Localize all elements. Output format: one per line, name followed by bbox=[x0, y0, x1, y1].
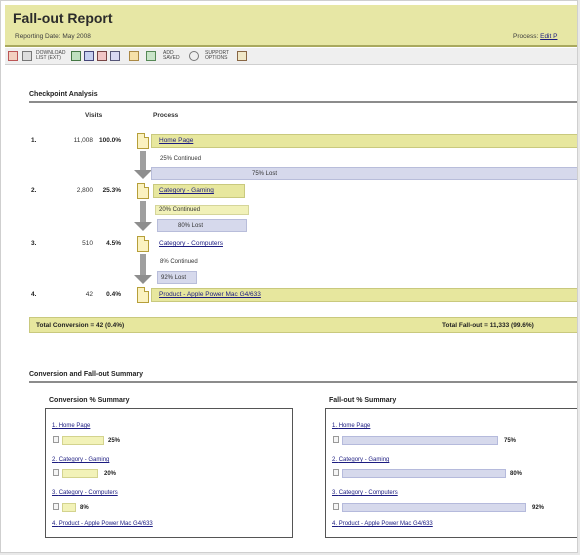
step-visits: 510 bbox=[82, 240, 93, 247]
page-icon bbox=[137, 133, 149, 149]
conversion-item-category-computers[interactable]: 3. Category - Computers bbox=[52, 490, 118, 496]
step-percent: 0.4% bbox=[106, 291, 121, 298]
page-icon bbox=[53, 469, 59, 476]
reporting-date: Reporting Date: May 2008 bbox=[15, 33, 91, 40]
add-saved-button[interactable]: ADD SAVED bbox=[163, 51, 185, 61]
fallout-bar bbox=[342, 436, 498, 445]
conversion-bar bbox=[62, 469, 98, 478]
fallout-bar-value: 92% bbox=[532, 505, 545, 511]
step-link-home-page[interactable]: Home Page bbox=[159, 137, 193, 144]
lost-bar: 92% Lost bbox=[157, 271, 197, 284]
step-band-1 bbox=[151, 134, 577, 148]
excel-icon[interactable] bbox=[71, 51, 81, 61]
fallout-item-product[interactable]: 4. Product - Apple Power Mac G4/633 bbox=[332, 521, 433, 527]
page-icon bbox=[53, 436, 59, 443]
step-number: 3. bbox=[31, 240, 37, 247]
visits-column-header: Visits bbox=[85, 112, 103, 119]
page-icon bbox=[333, 503, 339, 510]
continued-label: 8% Continued bbox=[160, 259, 198, 265]
conversion-summary-box: 1. Home Page 25% 2. Category - Gaming 20… bbox=[45, 408, 293, 538]
step-visits: 11,008 bbox=[73, 137, 93, 144]
totals-bar: Total Conversion = 42 (0.4%) Total Fall-… bbox=[29, 317, 577, 333]
conversion-bar-value: 25% bbox=[108, 438, 121, 444]
pdf-icon[interactable] bbox=[8, 51, 18, 61]
calendar-icon[interactable] bbox=[110, 51, 120, 61]
conversion-summary-title: Conversion % Summary bbox=[49, 397, 130, 404]
process-info: Process: Edit P bbox=[513, 33, 557, 40]
conversion-item-product[interactable]: 4. Product - Apple Power Mac G4/633 bbox=[52, 521, 153, 527]
page-icon bbox=[137, 236, 149, 252]
support-options-button[interactable]: SUPPORT OPTIONS bbox=[205, 51, 233, 61]
fallout-bar-value: 75% bbox=[504, 438, 517, 444]
conversion-bar-value: 8% bbox=[80, 505, 89, 511]
step-visits: 2,800 bbox=[76, 187, 93, 194]
download-button[interactable]: DOWNLOAD LIST (EXT) bbox=[36, 51, 66, 61]
step-number: 4. bbox=[31, 291, 37, 298]
lost-bar: 75% Lost bbox=[151, 167, 577, 180]
fallout-bar bbox=[342, 469, 506, 478]
down-arrow-icon bbox=[134, 201, 152, 231]
word-icon[interactable] bbox=[84, 51, 94, 61]
page-icon bbox=[137, 183, 149, 199]
conversion-bar-value: 20% bbox=[104, 471, 117, 477]
step-link-category-computers[interactable]: Category - Computers bbox=[159, 240, 223, 247]
pencil-icon[interactable] bbox=[237, 51, 247, 61]
fallout-summary-box: 1. Home Page 75% 2. Category - Gaming 80… bbox=[325, 408, 577, 538]
page-icon bbox=[53, 503, 59, 510]
summary-section-title: Conversion and Fall-out Summary bbox=[29, 371, 143, 378]
step-number: 1. bbox=[31, 137, 37, 144]
step-percent: 100.0% bbox=[99, 137, 122, 144]
step-visits: 42 bbox=[85, 291, 93, 298]
print-icon[interactable] bbox=[22, 51, 32, 61]
fallout-item-category-computers[interactable]: 3. Category - Computers bbox=[332, 490, 398, 496]
lost-bar: 80% Lost bbox=[157, 219, 247, 232]
refresh-icon[interactable] bbox=[189, 51, 199, 61]
total-conversion: Total Conversion = 42 (0.4%) bbox=[36, 322, 125, 329]
conversion-bar bbox=[62, 436, 104, 445]
summary-divider bbox=[29, 381, 577, 383]
fallout-bar bbox=[342, 503, 526, 512]
report-window: Fall-out Report Reporting Date: May 2008… bbox=[0, 0, 578, 553]
conversion-bar bbox=[62, 503, 76, 512]
conversion-item-home-page[interactable]: 1. Home Page bbox=[52, 423, 90, 429]
page-icon bbox=[333, 436, 339, 443]
step-number: 2. bbox=[31, 187, 37, 194]
step-link-category-gaming[interactable]: Category - Gaming bbox=[159, 187, 214, 194]
page-icon bbox=[137, 287, 149, 303]
step-percent: 25.3% bbox=[102, 187, 121, 194]
fallout-item-home-page[interactable]: 1. Home Page bbox=[332, 423, 370, 429]
step-percent: 4.5% bbox=[106, 240, 121, 247]
checkpoint-divider bbox=[29, 101, 577, 103]
checkpoint-section-title: Checkpoint Analysis bbox=[29, 91, 98, 98]
toolbar: DOWNLOAD LIST (EXT) ADD SAVED SUPPORT OP… bbox=[5, 48, 577, 65]
report-header: Fall-out Report Reporting Date: May 2008… bbox=[5, 5, 577, 47]
bookmark-icon[interactable] bbox=[129, 51, 139, 61]
process-label: Process: bbox=[513, 33, 539, 40]
email-icon[interactable] bbox=[97, 51, 107, 61]
continued-label: 20% Continued bbox=[155, 205, 249, 215]
page-icon bbox=[333, 469, 339, 476]
fallout-item-category-gaming[interactable]: 2. Category - Gaming bbox=[332, 457, 389, 463]
conversion-item-category-gaming[interactable]: 2. Category - Gaming bbox=[52, 457, 109, 463]
fallout-bar-value: 80% bbox=[510, 471, 523, 477]
dashboard-icon[interactable] bbox=[146, 51, 156, 61]
down-arrow-icon bbox=[134, 254, 152, 284]
step-link-product[interactable]: Product - Apple Power Mac G4/633 bbox=[159, 291, 261, 298]
down-arrow-icon bbox=[134, 151, 152, 179]
page-title: Fall-out Report bbox=[13, 10, 113, 26]
process-column-header: Process bbox=[153, 112, 179, 119]
continued-label: 25% Continued bbox=[160, 156, 202, 162]
fallout-summary-title: Fall-out % Summary bbox=[329, 397, 397, 404]
total-fallout: Total Fall-out = 11,333 (99.6%) bbox=[442, 322, 534, 329]
edit-process-link[interactable]: Edit P bbox=[540, 33, 557, 40]
